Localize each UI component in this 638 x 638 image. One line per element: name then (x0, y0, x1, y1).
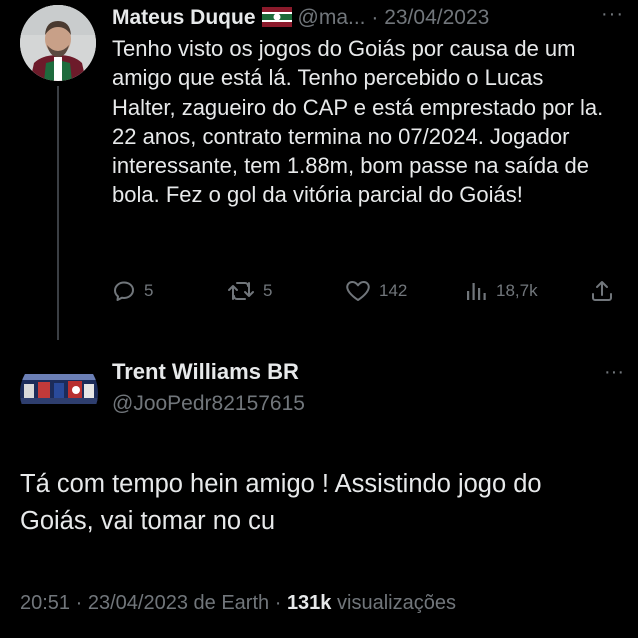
tweet1-handle[interactable]: @ma... (298, 6, 366, 29)
reply-author-handle[interactable]: @JooPedr82157615 (112, 389, 305, 419)
heart-icon (346, 281, 370, 301)
retweet-button[interactable]: 5 (227, 276, 272, 306)
share-button[interactable] (590, 276, 614, 306)
footer-separator: · (75, 592, 83, 614)
tweet-date[interactable]: 23/04/2023 (88, 592, 188, 614)
reply-tweet-text: Tá com tempo hein amigo ! Assistindo jog… (20, 470, 542, 535)
avatar-photo (20, 354, 98, 432)
like-count: 142 (379, 281, 408, 300)
tweet-time[interactable]: 20:51 (20, 592, 70, 614)
tweet1-author-name[interactable]: Mateus Duque (112, 6, 256, 29)
views-button[interactable]: 18,7k (464, 276, 538, 306)
tweet2-more-icon[interactable]: ··· (604, 362, 624, 382)
views-total[interactable]: 131k (287, 592, 332, 614)
tweet1-date-separator: · (371, 6, 379, 29)
tweet-source: de Earth (193, 592, 270, 614)
tweet1-more-icon[interactable]: ··· (601, 4, 624, 24)
share-icon (592, 281, 612, 301)
tweet1-text: Tenho visto os jogos do Goiás por causa … (112, 36, 604, 208)
tweet1-action-bar: 5 5 142 18,7k (0, 276, 638, 306)
tweet1-date[interactable]: 23/04/2023 (384, 6, 489, 29)
reply-author-name[interactable]: Trent Williams BR (112, 357, 299, 387)
author-avatar[interactable] (20, 5, 96, 81)
views-label: visualizações (337, 592, 456, 614)
retweet-count: 5 (263, 281, 273, 300)
tweet1-header: Mateus Duque @ma... · 23/04/2023 (112, 4, 632, 32)
like-button[interactable]: 142 (345, 276, 407, 306)
views-count: 18,7k (496, 281, 538, 300)
avatar-photo (20, 5, 96, 81)
reply-button[interactable]: 5 (112, 276, 153, 306)
reply-count: 5 (144, 281, 154, 300)
tweet-metadata: 20:51 · 23/04/2023 de Earth · 131k visua… (20, 588, 456, 618)
retweet-icon (228, 282, 254, 300)
reply-author-avatar[interactable] (20, 354, 98, 432)
analytics-icon (467, 283, 486, 300)
fluminense-flag-icon (261, 6, 292, 27)
footer-separator: · (274, 592, 282, 614)
reply-icon (114, 281, 134, 301)
